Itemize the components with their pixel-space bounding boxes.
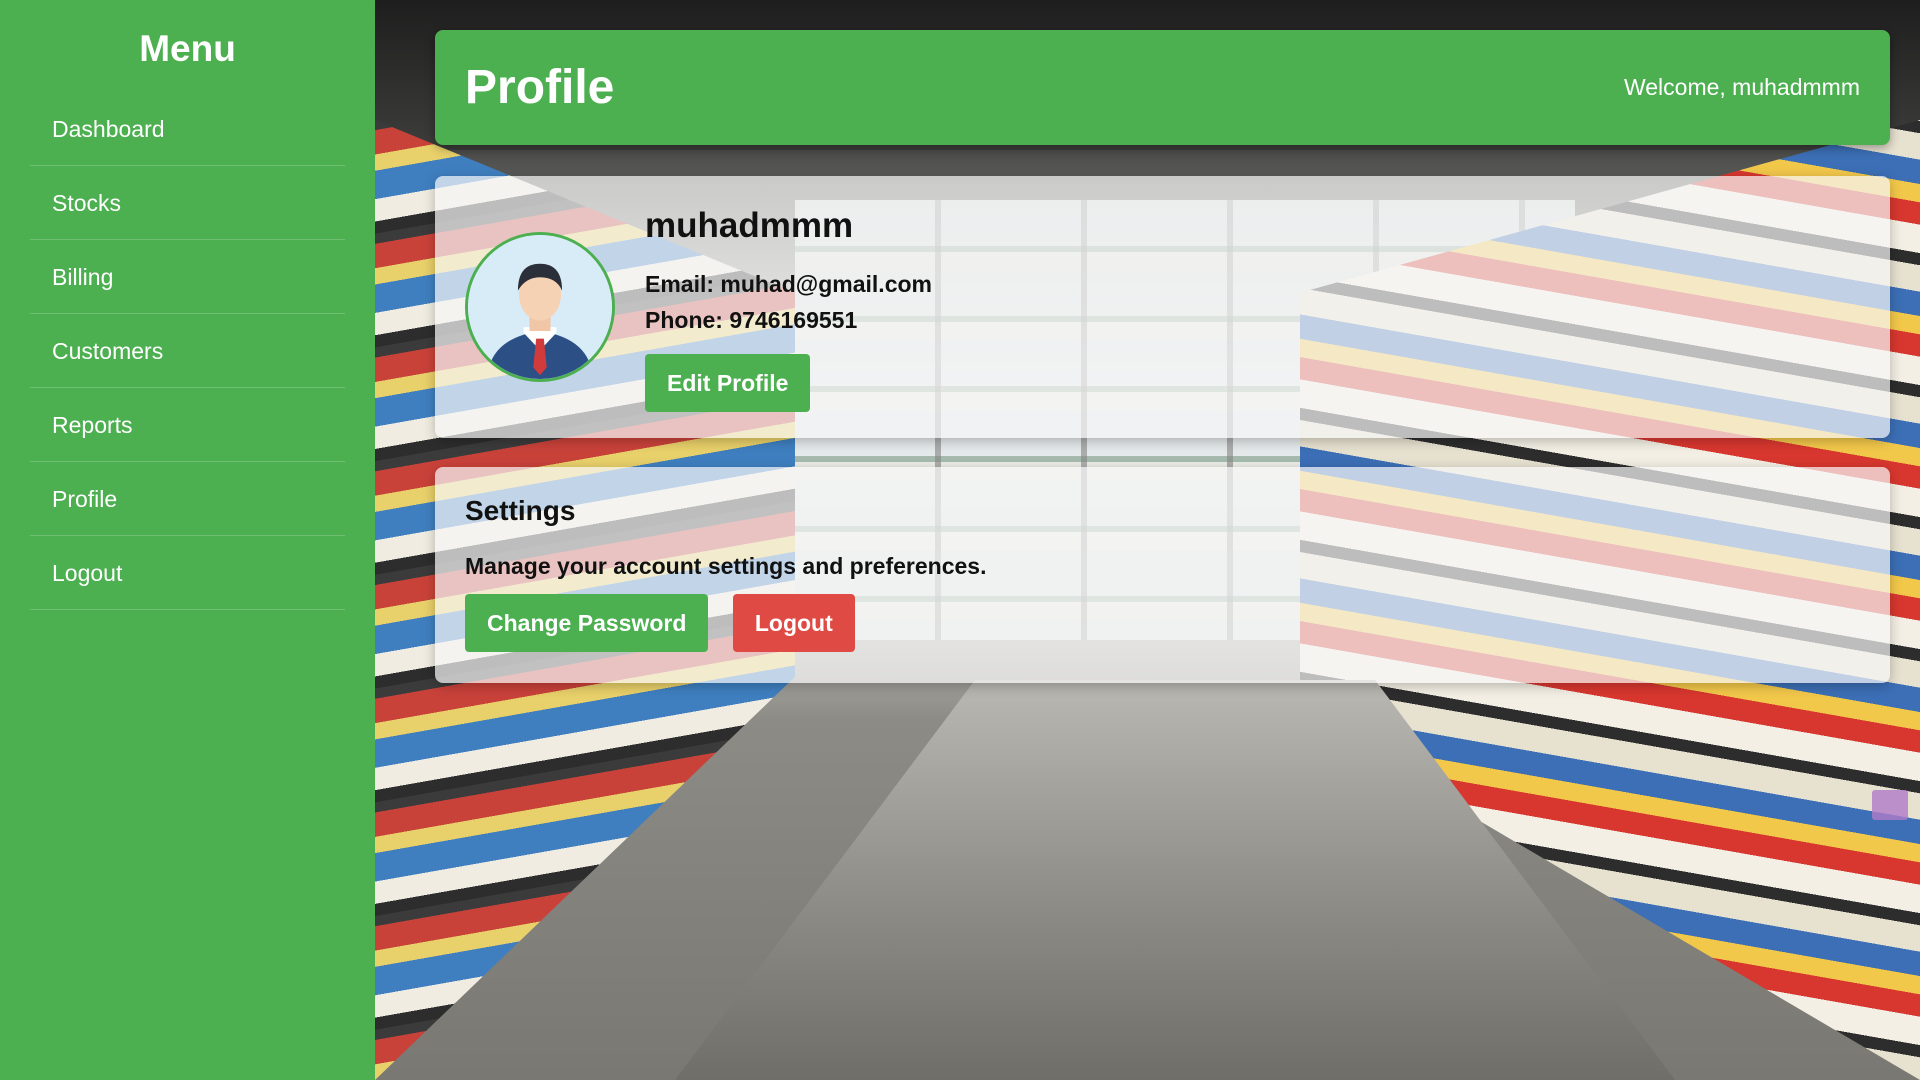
page-title: Profile (465, 61, 615, 114)
settings-title: Settings (465, 495, 576, 526)
profile-username: muhadmmm (645, 206, 854, 245)
profile-card: muhadmmm Email: muhad@gmail.com Phone: 9… (435, 176, 1890, 438)
page-header: Profile Welcome, muhadmmm (435, 30, 1890, 145)
welcome-text: Welcome, muhadmmm (1623, 74, 1860, 100)
sidebar-item-stocks[interactable]: Stocks (30, 166, 345, 240)
sidebar-menu: Dashboard Stocks Billing Customers Repor… (30, 92, 345, 610)
avatar-illustration (468, 235, 612, 379)
sidebar-item-profile[interactable]: Profile (30, 462, 345, 536)
settings-actions: Change Password Logout (465, 594, 1860, 652)
change-password-button[interactable]: Change Password (465, 594, 709, 652)
settings-description: Manage your account settings and prefere… (465, 553, 987, 579)
logout-button[interactable]: Logout (732, 594, 855, 652)
user-avatar-icon (465, 232, 615, 382)
profile-phone: Phone: 9746169551 (645, 307, 858, 333)
profile-email: Email: muhad@gmail.com (645, 271, 932, 297)
sidebar: Menu Dashboard Stocks Billing Customers … (0, 0, 375, 1080)
edit-profile-button[interactable]: Edit Profile (645, 354, 811, 412)
sidebar-item-dashboard[interactable]: Dashboard (30, 92, 345, 166)
sidebar-item-logout[interactable]: Logout (30, 536, 345, 610)
settings-card: Settings Manage your account settings an… (435, 467, 1890, 683)
profile-info: muhadmmm Email: muhad@gmail.com Phone: 9… (645, 206, 932, 412)
sidebar-item-customers[interactable]: Customers (30, 314, 345, 388)
floating-badge (1872, 790, 1908, 820)
sidebar-item-reports[interactable]: Reports (30, 388, 345, 462)
sidebar-item-billing[interactable]: Billing (30, 240, 345, 314)
sidebar-title: Menu (139, 28, 236, 69)
